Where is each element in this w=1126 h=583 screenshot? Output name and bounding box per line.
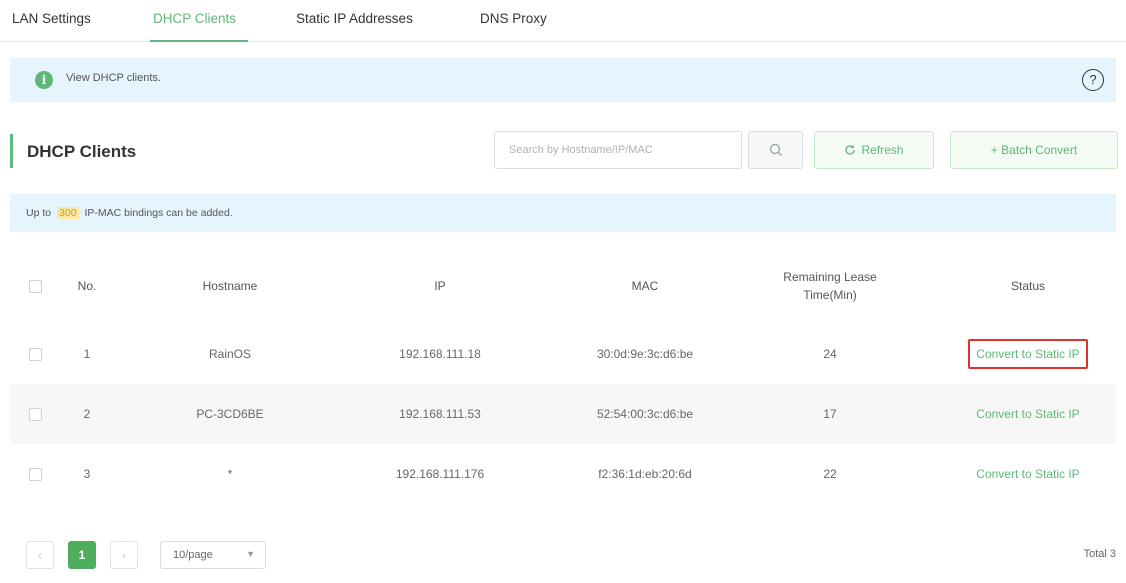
table-header: No. Hostname IP MAC Remaining Lease Time… bbox=[10, 248, 1116, 324]
row-status-cell: Convert to Static IP bbox=[940, 444, 1116, 504]
search-input[interactable] bbox=[494, 131, 742, 169]
row-hostname: RainOS bbox=[208, 347, 252, 361]
row-checkbox[interactable] bbox=[28, 407, 42, 421]
row-hostname: * bbox=[227, 467, 233, 481]
info-icon: i bbox=[35, 71, 53, 89]
row-checkbox-cell bbox=[22, 444, 48, 504]
page-size-select[interactable]: 10/page ▼ bbox=[160, 541, 266, 569]
row-ip: 192.168.111.176 bbox=[395, 467, 485, 481]
tab-dhcp-clients[interactable]: DHCP Clients bbox=[153, 11, 236, 26]
binding-limit-notice: Up to 300 IP-MAC bindings can be added. bbox=[10, 194, 1116, 232]
row-checkbox[interactable] bbox=[28, 467, 42, 481]
active-tab-indicator bbox=[150, 40, 248, 42]
table-row: 1 RainOS 192.168.111.18 30:0d:9e:3c:d6:b… bbox=[10, 324, 1116, 384]
select-all-checkbox[interactable] bbox=[28, 279, 42, 293]
row-no: 2 bbox=[83, 407, 91, 421]
table-row: 3 * 192.168.111.176 f2:36:1d:eb:20:6d 22… bbox=[10, 444, 1116, 504]
row-hostname: PC-3CD6BE bbox=[196, 407, 264, 421]
page-1-button[interactable]: 1 bbox=[68, 541, 96, 569]
refresh-button[interactable]: Refresh bbox=[814, 131, 934, 169]
column-header-no: No. bbox=[77, 279, 97, 293]
refresh-label: Refresh bbox=[861, 143, 904, 157]
select-all-cell bbox=[22, 248, 48, 324]
total-count: Total 3 bbox=[1083, 548, 1116, 560]
row-lease: 24 bbox=[823, 347, 837, 361]
row-lease: 22 bbox=[823, 467, 837, 481]
section-accent-bar bbox=[10, 134, 13, 168]
info-text: View DHCP clients. bbox=[66, 72, 161, 84]
search-button[interactable] bbox=[748, 131, 803, 169]
notice-suffix: IP-MAC bindings can be added. bbox=[84, 207, 233, 219]
row-checkbox-cell bbox=[22, 324, 48, 384]
notice-prefix: Up to bbox=[26, 207, 52, 219]
previous-page-button[interactable]: ‹ bbox=[26, 541, 54, 569]
column-header-mac: MAC bbox=[631, 279, 659, 293]
convert-to-static-ip-button[interactable]: Convert to Static IP bbox=[968, 339, 1088, 369]
binding-limit-count: 300 bbox=[57, 207, 79, 219]
row-no: 1 bbox=[83, 347, 91, 361]
chevron-right-icon: › bbox=[122, 548, 126, 562]
row-no: 3 bbox=[83, 467, 91, 481]
row-lease: 17 bbox=[823, 407, 837, 421]
page-size-value: 10/page bbox=[173, 549, 213, 561]
batch-convert-label: + Batch Convert bbox=[990, 143, 1078, 157]
section-title: DHCP Clients bbox=[27, 142, 137, 161]
convert-to-static-ip-button[interactable]: Convert to Static IP bbox=[970, 401, 1085, 427]
table-row: 2 PC-3CD6BE 192.168.111.53 52:54:00:3c:d… bbox=[10, 384, 1116, 444]
chevron-down-icon: ▼ bbox=[246, 549, 255, 559]
tab-bar: LAN Settings DHCP Clients Static IP Addr… bbox=[0, 0, 1126, 42]
row-checkbox-cell bbox=[22, 384, 48, 444]
row-mac: f2:36:1d:eb:20:6d bbox=[598, 467, 692, 481]
column-header-hostname: Hostname bbox=[202, 279, 258, 293]
tab-static-ip-addresses[interactable]: Static IP Addresses bbox=[296, 11, 413, 26]
column-header-ip: IP bbox=[434, 279, 446, 293]
row-status-cell: Convert to Static IP bbox=[940, 324, 1116, 384]
question-circle-icon[interactable]: ? bbox=[1082, 69, 1104, 91]
chevron-left-icon: ‹ bbox=[38, 548, 42, 562]
row-ip: 192.168.111.53 bbox=[399, 407, 481, 421]
row-status-cell: Convert to Static IP bbox=[940, 384, 1116, 444]
row-checkbox[interactable] bbox=[28, 347, 42, 361]
next-page-button[interactable]: › bbox=[110, 541, 138, 569]
search-icon bbox=[769, 143, 782, 156]
tab-lan-settings[interactable]: LAN Settings bbox=[12, 11, 91, 26]
column-header-status: Status bbox=[1010, 279, 1046, 293]
row-mac: 52:54:00:3c:d6:be bbox=[596, 407, 694, 421]
info-banner: i View DHCP clients. ? bbox=[10, 58, 1116, 102]
convert-to-static-ip-button[interactable]: Convert to Static IP bbox=[970, 461, 1085, 487]
row-ip: 192.168.111.18 bbox=[399, 347, 481, 361]
column-header-remaining-lease: Remaining Lease Time(Min) bbox=[783, 270, 877, 302]
notice-text: Up to 300 IP-MAC bindings can be added. bbox=[26, 207, 233, 219]
batch-convert-button[interactable]: + Batch Convert bbox=[950, 131, 1118, 169]
refresh-icon bbox=[845, 145, 856, 155]
row-mac: 30:0d:9e:3c:d6:be bbox=[596, 347, 694, 361]
tab-dns-proxy[interactable]: DNS Proxy bbox=[480, 11, 547, 26]
